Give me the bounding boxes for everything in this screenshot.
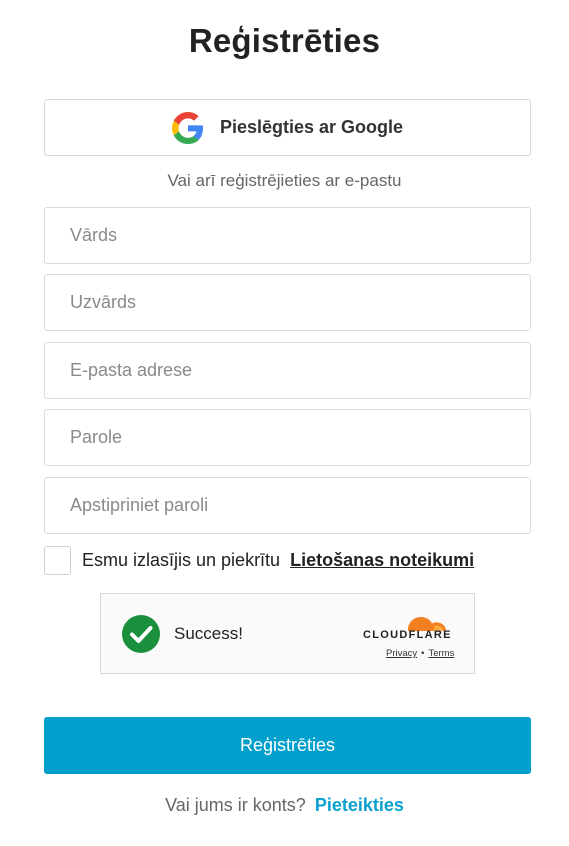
- captcha-terms-link[interactable]: Terms: [428, 648, 454, 659]
- register-button[interactable]: Reģistrēties: [44, 717, 531, 774]
- login-prompt: Vai jums ir konts? Pieteikties: [0, 795, 569, 816]
- page-title: Reģistrēties: [188, 22, 381, 59]
- login-link[interactable]: Pieteikties: [315, 795, 404, 815]
- cloudflare-brand: CLOUDFLARE: [363, 629, 452, 641]
- success-check-icon: [122, 615, 160, 653]
- first-name-input[interactable]: [44, 207, 531, 264]
- terms-row: Esmu izlasījis un piekrītu Lietošanas no…: [44, 545, 474, 575]
- captcha-privacy-link[interactable]: Privacy: [386, 648, 417, 659]
- captcha-link-separator: •: [421, 648, 425, 659]
- email-divider-text: Vai arī reģistrējieties ar e-pastu: [167, 171, 402, 190]
- terms-text: Esmu izlasījis un piekrītu: [82, 549, 281, 570]
- captcha-status: Success!: [174, 624, 243, 643]
- signup-page: Reģistrēties Pieslēgties ar Google Vai a…: [0, 0, 569, 846]
- email-input[interactable]: [44, 342, 531, 399]
- terms-checkbox[interactable]: [44, 545, 71, 575]
- google-signin-button[interactable]: Pieslēgties ar Google: [44, 99, 531, 156]
- last-name-input[interactable]: [44, 274, 531, 331]
- cloudflare-captcha: Success! CLOUDFLARE Privacy • Terms: [100, 593, 475, 674]
- terms-link[interactable]: Lietošanas noteikumi: [290, 550, 474, 571]
- confirm-password-input[interactable]: [44, 477, 531, 534]
- captcha-links: Privacy • Terms: [386, 648, 454, 659]
- password-input[interactable]: [44, 409, 531, 466]
- google-icon: [171, 111, 204, 144]
- google-signin-label: Pieslēgties ar Google: [219, 117, 404, 137]
- login-question: Vai jums ir konts?: [165, 795, 306, 815]
